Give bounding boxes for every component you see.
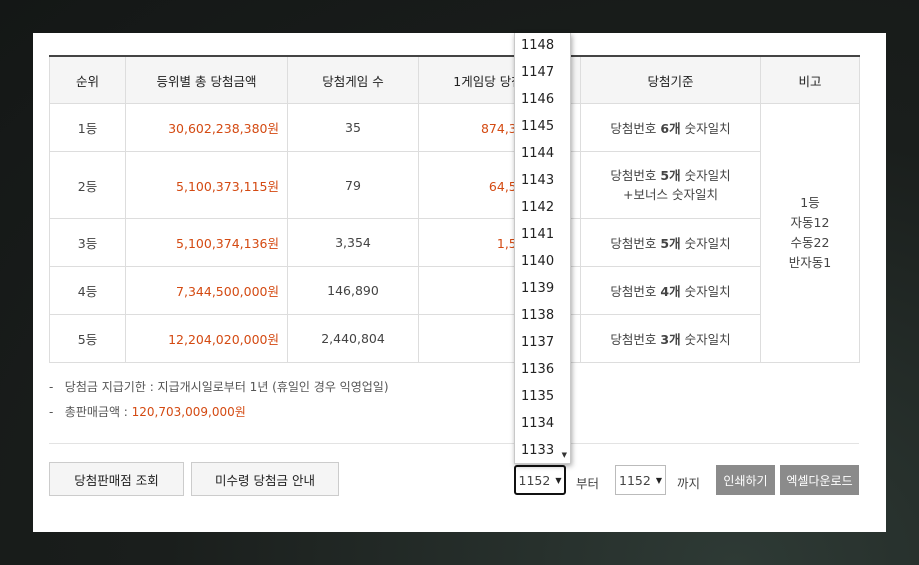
- header-winning-games: 당첨게임 수: [287, 55, 419, 104]
- total-amount-cell: 7,344,500,000원: [125, 266, 288, 315]
- dropdown-option[interactable]: 1143: [515, 167, 570, 194]
- divider: [49, 443, 859, 444]
- criteria-text: 숫자일치: [680, 236, 731, 251]
- dropdown-option[interactable]: 1137: [515, 329, 570, 356]
- criteria-text: 당첨번호: [610, 168, 661, 183]
- dropdown-option[interactable]: 1145: [515, 113, 570, 140]
- chevron-down-icon: ▼: [655, 475, 662, 485]
- round-from-select[interactable]: 1152 ▼: [514, 465, 566, 495]
- total-amount-cell: 30,602,238,380원: [125, 103, 288, 152]
- criteria-count: 5개: [660, 236, 681, 251]
- criteria-count: 6개: [660, 121, 681, 136]
- table-row: 4등 7,344,500,000원 146,890 50,000원 당첨번호 4…: [49, 266, 860, 315]
- dropdown-option[interactable]: 1140: [515, 248, 570, 275]
- criteria-text: 당첨번호: [610, 332, 661, 347]
- sales-value: 120,703,009,000원: [131, 405, 246, 419]
- criteria-cell: 당첨번호 4개 숫자일치: [580, 266, 761, 315]
- chevron-down-icon: ▼: [555, 475, 562, 485]
- games-cell: 3,354: [287, 218, 419, 267]
- dropdown-option[interactable]: 1146: [515, 86, 570, 113]
- table-row: 2등 5,100,373,115원 79 64,561,685원 당첨번호 5개…: [49, 151, 860, 219]
- dropdown-option[interactable]: 1142: [515, 194, 570, 221]
- total-sales-note: - 총판매금액 : 120,703,009,000원: [49, 405, 246, 419]
- dropdown-option[interactable]: 1138: [515, 302, 570, 329]
- round-to-select[interactable]: 1152 ▼: [615, 465, 666, 495]
- to-label: 까지: [677, 476, 701, 491]
- games-cell: 146,890: [287, 266, 419, 315]
- table-row: 3등 5,100,374,136원 3,354 1,520,684원 당첨번호 …: [49, 218, 860, 267]
- prize-table: 순위 등위별 총 당첨금액 당첨게임 수 1게임당 당첨금액 당첨기준 비고 1…: [49, 55, 860, 363]
- remark-line: 반자동1: [788, 255, 832, 270]
- criteria-cell: 당첨번호 6개 숫자일치: [580, 103, 761, 152]
- total-amount-cell: 5,100,373,115원: [125, 151, 288, 219]
- games-cell: 35: [287, 103, 419, 152]
- unclaimed-prize-button[interactable]: 미수령 당첨금 안내: [191, 462, 339, 496]
- round-dropdown-list[interactable]: 1148 1147 1146 1145 1144 1143 1142 1141 …: [514, 33, 571, 464]
- dropdown-option[interactable]: 1147: [515, 59, 570, 86]
- print-button[interactable]: 인쇄하기: [716, 465, 775, 495]
- round-from-value: 1152: [518, 472, 551, 488]
- payment-deadline-note: - 당첨금 지급기한 : 지급개시일로부터 1년 (휴일인 경우 익영업일): [49, 380, 389, 394]
- excel-download-button[interactable]: 엑셀다운로드: [780, 465, 859, 495]
- table-row: 1등 30,602,238,380원 35 874,349,668원 당첨번호 …: [49, 103, 860, 363]
- criteria-text: 당첨번호: [610, 121, 661, 136]
- winning-store-search-button[interactable]: 당첨판매점 조회: [49, 462, 184, 496]
- rank-cell: 3등: [49, 218, 126, 267]
- deadline-text: 당첨금 지급기한 : 지급개시일로부터 1년 (휴일인 경우 익영업일): [64, 380, 389, 394]
- games-cell: 79: [287, 151, 419, 219]
- criteria-count: 4개: [660, 284, 681, 299]
- remarks-cell: 1등 자동12 수동22 반자동1: [760, 103, 860, 363]
- criteria-cell: 당첨번호 3개 숫자일치: [580, 314, 761, 363]
- header-criteria: 당첨기준: [580, 55, 761, 104]
- criteria-cell: 당첨번호 5개 숫자일치: [580, 218, 761, 267]
- total-amount-cell: 5,100,374,136원: [125, 218, 288, 267]
- rank-cell: 1등: [49, 103, 126, 152]
- header-rank: 순위: [49, 55, 126, 104]
- dropdown-option[interactable]: 1134: [515, 410, 570, 437]
- results-panel: 순위 등위별 총 당첨금액 당첨게임 수 1게임당 당첨금액 당첨기준 비고 1…: [33, 33, 886, 532]
- notes-block: - 당첨금 지급기한 : 지급개시일로부터 1년 (휴일인 경우 익영업일) -…: [49, 375, 389, 425]
- games-cell: 2,440,804: [287, 314, 419, 363]
- sales-label: 총판매금액 :: [64, 405, 132, 419]
- rank-cell: 5등: [49, 314, 126, 363]
- criteria-cell: 당첨번호 5개 숫자일치 +보너스 숫자일치: [580, 151, 761, 219]
- criteria-bonus: +보너스 숫자일치: [623, 187, 718, 202]
- dropdown-option[interactable]: 1135: [515, 383, 570, 410]
- criteria-count: 3개: [660, 332, 681, 347]
- rank-cell: 2등: [49, 151, 126, 219]
- criteria-text: 숫자일치: [680, 284, 731, 299]
- remark-line: 자동12: [790, 215, 830, 230]
- criteria-text: 당첨번호: [610, 236, 661, 251]
- dropdown-option[interactable]: 1148: [515, 33, 570, 59]
- header-remarks: 비고: [760, 55, 860, 104]
- criteria-text: 숫자일치: [680, 168, 731, 183]
- from-label: 부터: [576, 476, 600, 491]
- remark-line: 1등: [800, 195, 820, 210]
- dropdown-option[interactable]: 1144: [515, 140, 570, 167]
- total-amount-cell: 12,204,020,000원: [125, 314, 288, 363]
- rank-cell: 4등: [49, 266, 126, 315]
- round-to-value: 1152: [619, 472, 651, 488]
- criteria-text: 당첨번호: [610, 284, 661, 299]
- table-row: 5등 12,204,020,000원 2,440,804 5,000원 당첨번호…: [49, 314, 860, 363]
- dropdown-option[interactable]: 1139: [515, 275, 570, 302]
- scroll-down-icon[interactable]: ▼: [562, 451, 567, 459]
- criteria-text: 숫자일치: [680, 121, 731, 136]
- header-total-amount: 등위별 총 당첨금액: [125, 55, 288, 104]
- dropdown-option[interactable]: 1136: [515, 356, 570, 383]
- criteria-text: 숫자일치: [680, 332, 731, 347]
- criteria-count: 5개: [660, 168, 681, 183]
- table-header-row: 순위 등위별 총 당첨금액 당첨게임 수 1게임당 당첨금액 당첨기준 비고: [49, 55, 860, 104]
- dropdown-option[interactable]: 1141: [515, 221, 570, 248]
- remark-line: 수동22: [790, 235, 830, 250]
